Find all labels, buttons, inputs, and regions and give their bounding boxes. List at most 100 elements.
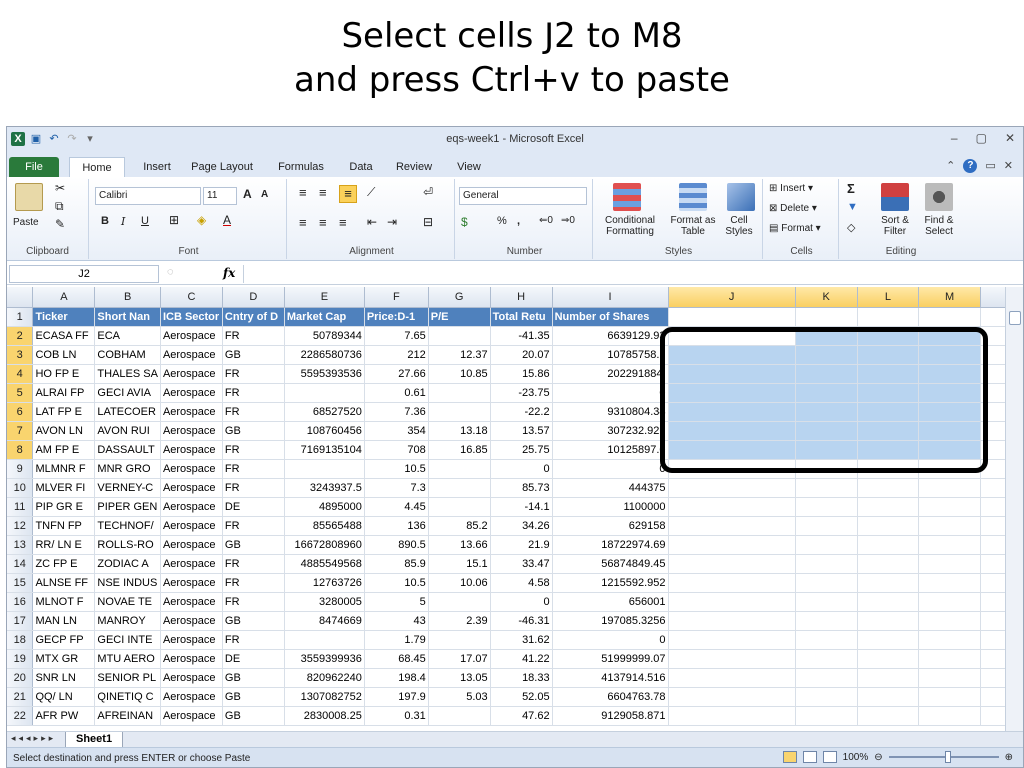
cell[interactable]: GB [222,345,285,365]
cell[interactable] [795,706,858,726]
cell[interactable]: 202291884. [552,364,669,384]
cell[interactable]: -14.1 [490,497,553,517]
clear-icon[interactable]: ◇ [847,221,855,234]
tab-file[interactable]: File [9,157,59,177]
cell[interactable]: 136 [364,516,429,536]
close-workbook-icon[interactable]: ✕ [1004,159,1013,173]
cell[interactable]: 2.39 [428,611,491,631]
cell[interactable]: SENIOR PL [94,668,161,688]
cell[interactable]: VERNEY-C [94,478,161,498]
cell[interactable] [857,592,920,612]
cell[interactable] [668,592,796,612]
cell[interactable] [428,706,491,726]
cell[interactable]: 52.05 [490,687,553,707]
cell[interactable] [795,497,858,517]
cell[interactable]: 12.37 [428,345,491,365]
row-header[interactable]: 12 [7,516,34,536]
cell[interactable]: MAN LN [32,611,96,631]
cell[interactable]: 354 [364,421,429,441]
cell[interactable]: Aerospace [160,364,223,384]
align-center-icon[interactable]: ≡ [319,215,327,230]
cell[interactable]: 13.66 [428,535,491,555]
cell[interactable]: 1100000 [552,497,669,517]
cell[interactable]: ALRAI FP [32,383,96,403]
conditional-formatting-button[interactable]: Conditional Formatting [597,215,663,237]
cell[interactable]: Aerospace [160,554,223,574]
sort-filter-button[interactable]: Sort & Filter [873,215,917,237]
cell[interactable]: 0.61 [364,383,429,403]
cell[interactable]: AFREINAN [94,706,161,726]
cell[interactable]: 85565488 [284,516,365,536]
cell[interactable] [980,573,1007,593]
cell[interactable]: ECASA FF [32,326,96,346]
cell[interactable]: 68527520 [284,402,365,422]
cell[interactable]: -23.75 [490,383,553,403]
cell[interactable]: FR [222,573,285,593]
cell[interactable]: Aerospace [160,649,223,669]
cell[interactable]: Aerospace [160,402,223,422]
cell[interactable]: 10785758.1 [552,345,669,365]
cell[interactable]: DE [222,649,285,669]
minimize-button[interactable]: – [951,131,958,145]
cell[interactable]: -46.31 [490,611,553,631]
select-all-corner[interactable] [7,287,34,308]
cell[interactable]: 56874849.45 [552,554,669,574]
cell[interactable] [795,573,858,593]
cell[interactable]: 4895000 [284,497,365,517]
cell[interactable] [857,706,920,726]
cell[interactable] [668,307,796,327]
cell[interactable] [980,706,1007,726]
cell[interactable] [428,630,491,650]
cell[interactable] [918,630,981,650]
insert-function-button[interactable]: fx [223,266,235,280]
cell[interactable]: 108760456 [284,421,365,441]
cell[interactable]: TECHNOF/ [94,516,161,536]
cell[interactable] [795,649,858,669]
row-header[interactable]: 3 [7,345,34,365]
cell[interactable]: 43 [364,611,429,631]
sheet-nav-buttons[interactable]: ◂◂◂▸▸▸ [11,733,56,744]
cell[interactable]: 7.65 [364,326,429,346]
conditional-formatting-icon[interactable] [613,183,641,211]
cell[interactable]: 0 [552,383,669,403]
cell[interactable] [980,611,1007,631]
cell[interactable]: 5595393536 [284,364,365,384]
cell[interactable]: 6639129.93 [552,326,669,346]
minimize-ribbon-icon[interactable]: ⌃ [946,159,955,173]
cell[interactable]: 1.79 [364,630,429,650]
cell[interactable]: TNFN FP [32,516,96,536]
cell[interactable] [918,497,981,517]
cell[interactable]: COB LN [32,345,96,365]
cell[interactable]: 13.18 [428,421,491,441]
tab-home[interactable]: Home [69,157,125,177]
cell[interactable] [668,630,796,650]
cell[interactable]: 16672808960 [284,535,365,555]
cell-styles-icon[interactable] [727,183,755,211]
insert-cells-button[interactable]: ⊞ Insert ▾ [769,183,813,194]
cell[interactable]: FR [222,440,285,460]
cell[interactable]: Aerospace [160,497,223,517]
cell[interactable] [428,383,491,403]
cell[interactable] [857,611,920,631]
cell[interactable]: Aerospace [160,630,223,650]
cell[interactable]: 4885549568 [284,554,365,574]
cell[interactable] [668,554,796,574]
tab-formulas[interactable]: Formulas [273,157,329,177]
cell[interactable]: 33.47 [490,554,553,574]
zoom-slider-knob[interactable] [944,751,951,763]
cell[interactable]: 15.86 [490,364,553,384]
delete-cells-button[interactable]: ⊠ Delete ▾ [769,203,817,214]
format-painter-icon[interactable]: ✎ [55,217,65,231]
cell[interactable] [980,630,1007,650]
fill-color-icon[interactable]: ◈ [197,213,206,227]
zoom-in-icon[interactable]: ⊕ [1005,752,1013,763]
cell[interactable] [428,459,491,479]
cell[interactable]: 27.66 [364,364,429,384]
format-cells-button[interactable]: ▤ Format ▾ [769,223,821,234]
cell[interactable]: 10.85 [428,364,491,384]
cell[interactable] [668,668,796,688]
cell[interactable]: FR [222,383,285,403]
restore-window-icon[interactable]: ▭ [985,159,995,173]
cell[interactable] [918,668,981,688]
cell[interactable] [980,497,1007,517]
